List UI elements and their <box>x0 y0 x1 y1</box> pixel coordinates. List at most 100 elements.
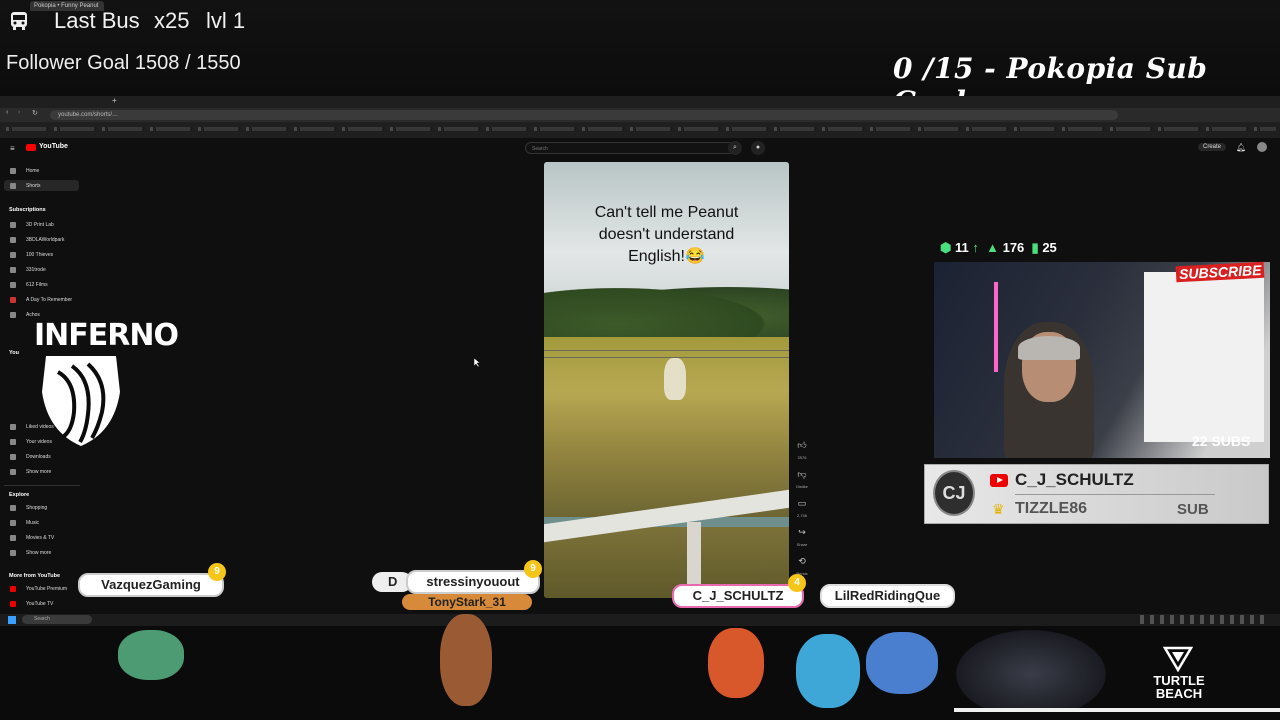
remix-icon[interactable]: ⟲ <box>797 556 807 566</box>
subscription-item[interactable]: 3D Print Lab <box>26 222 54 228</box>
sidebar-item-youtube-tv[interactable]: YouTube TV <box>26 601 53 607</box>
stat-count: 25 <box>1042 240 1057 255</box>
shopping-icon <box>10 505 16 511</box>
sidebar-item-music[interactable]: Music <box>26 520 39 526</box>
subs-count: 22 SUBS <box>1192 433 1251 449</box>
channel-avatar <box>10 237 16 243</box>
more-from-youtube-header: More from YouTube <box>9 573 61 579</box>
subscription-item[interactable]: 3BDLAWorldpark <box>26 237 64 243</box>
forward-icon[interactable]: › <box>18 109 20 116</box>
home-icon <box>10 168 16 174</box>
alert-type: SUB <box>1177 501 1209 518</box>
explore-header: Explore <box>9 492 30 498</box>
bus-multiplier: x25 <box>154 8 190 33</box>
sidebar-divider <box>4 485 80 486</box>
sidebar-item-premium[interactable]: YouTube Premium <box>26 586 67 592</box>
create-button[interactable]: Create <box>1198 143 1227 151</box>
microphone-icon[interactable]: ● <box>751 141 765 155</box>
youtube-premium-icon <box>10 586 16 592</box>
like-icon[interactable]: 👍︎ <box>797 440 807 450</box>
bus-icon <box>11 12 27 30</box>
browser-tab-active[interactable]: Pokopia • Funny Peanut <box>30 1 104 11</box>
shorts-icon <box>10 183 16 189</box>
bell-icon[interactable]: 🔔︎ <box>1236 143 1246 152</box>
chatter-level-badge: 4 <box>788 574 806 592</box>
menu-icon[interactable]: ≡ <box>10 144 15 153</box>
chevron-down-icon <box>10 469 16 475</box>
subscription-item[interactable]: 331trode <box>26 267 46 273</box>
subscriptions-header[interactable]: Subscriptions <box>9 207 46 213</box>
subscription-item[interactable]: 100 Thieves <box>26 252 53 258</box>
dislike-icon[interactable]: 👎︎ <box>797 469 807 479</box>
youtube-logo[interactable]: YouTube <box>39 143 68 150</box>
sidebar-item-show-more[interactable]: Show more <box>26 550 51 556</box>
chatter-nametag: VazquezGaming <box>78 573 224 597</box>
webcam-cap <box>1018 336 1080 360</box>
system-tray[interactable] <box>1140 615 1270 624</box>
sidebar-item-show-more[interactable]: Show more <box>26 469 51 475</box>
brand-line: BEACH <box>1155 686 1203 701</box>
follower-goal: Follower Goal 1508 / 1550 <box>6 52 241 74</box>
keyboard-image <box>956 630 1106 710</box>
url-field[interactable]: youtube.com/shorts/… <box>50 110 1118 120</box>
person-icon: ▲ <box>986 240 999 255</box>
taskbar-search[interactable]: Search <box>22 615 92 624</box>
youtube-logo-icon[interactable] <box>26 144 36 151</box>
bottom-accent-bar <box>954 708 1280 712</box>
reload-icon[interactable]: ↻ <box>32 109 38 117</box>
channel-avatar <box>10 267 16 273</box>
webcam-feed <box>934 262 1270 458</box>
webcam-whiteboard <box>1144 272 1264 442</box>
channel-avatar <box>10 282 16 288</box>
sidebar-item-home[interactable]: Home <box>26 168 39 174</box>
subscription-item[interactable]: 612 Films <box>26 282 48 288</box>
channel-logo: CJ <box>933 470 975 516</box>
windows-taskbar <box>0 614 1280 626</box>
like-count: 3576 <box>797 455 807 460</box>
caption-line: doesn't understand <box>598 226 735 243</box>
sidebar-item-downloads[interactable]: Downloads <box>26 454 51 460</box>
chevron-down-icon <box>10 550 16 556</box>
windows-start-icon[interactable] <box>8 616 16 624</box>
new-tab-icon[interactable]: + <box>112 96 117 105</box>
stream-stats: ⬢ 11 ↑ ▲ 176 ▮ 25 <box>940 240 1057 256</box>
music-icon <box>10 520 16 526</box>
video-icon <box>10 439 16 445</box>
alert-divider <box>1015 494 1215 495</box>
pokemon-sprite <box>866 632 938 694</box>
sidebar-item-movies[interactable]: Movies & TV <box>26 535 54 541</box>
avatar[interactable] <box>1257 142 1267 152</box>
sidebar-item-shorts[interactable]: Shorts <box>26 183 40 189</box>
channel-avatar <box>10 312 16 318</box>
back-icon[interactable]: ‹ <box>6 109 8 116</box>
crown-icon: ♛ <box>992 501 1005 517</box>
cursor-icon <box>474 358 480 367</box>
chatter-level-badge: 9 <box>208 563 226 581</box>
chatter-nametag: TonyStark_31 <box>402 594 532 610</box>
short-video-player[interactable]: Can't tell me Peanut doesn't understand … <box>544 162 789 598</box>
tab-strip <box>0 96 1280 108</box>
alert-channel-name: C_J_SCHULTZ <box>1015 470 1134 489</box>
search-input[interactable]: Search <box>525 142 740 154</box>
you-header[interactable]: You <box>9 350 19 356</box>
channel-avatar <box>10 222 16 228</box>
sidebar-item-shopping[interactable]: Shopping <box>26 505 47 511</box>
share-icon[interactable]: ↪ <box>797 527 807 537</box>
bus-title: Last Bus <box>54 8 140 33</box>
pokemon-sprite <box>118 630 184 680</box>
arrow-up-icon: ↑ <box>972 240 979 255</box>
chatter-level-badge: 9 <box>524 560 542 578</box>
bar-chart-icon: ▮ <box>1031 240 1039 255</box>
youtube-tv-icon <box>10 601 16 607</box>
gift-icon: ⬢ <box>940 240 952 255</box>
play-icon <box>997 477 1003 483</box>
comment-icon[interactable]: ▭ <box>797 498 807 508</box>
short-caption: Can't tell me Peanut doesn't understand … <box>554 202 779 268</box>
search-icon[interactable]: ⌕ <box>728 141 742 155</box>
bookmark-items[interactable] <box>6 127 1276 131</box>
stat-count: 176 <box>1002 240 1025 255</box>
chatter-nametag: LilRedRidingQue <box>820 584 955 608</box>
pokemon-sprite <box>708 628 764 698</box>
subscription-item[interactable]: A Day To Remember <box>26 297 72 303</box>
chatter-nametag: stressinyouout <box>406 570 540 594</box>
